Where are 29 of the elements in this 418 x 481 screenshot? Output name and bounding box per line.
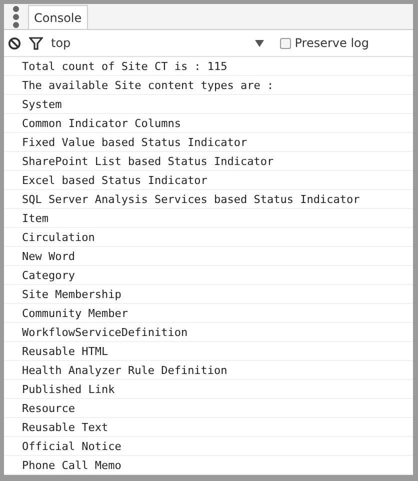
- preserve-log-checkbox[interactable]: [280, 38, 291, 49]
- context-selector[interactable]: top: [51, 36, 71, 50]
- console-message: System: [4, 95, 413, 114]
- console-message: Circulation: [4, 228, 413, 247]
- clear-icon[interactable]: [8, 36, 21, 50]
- console-message: Fixed Value based Status Indicator: [4, 133, 413, 152]
- console-message: Published Link: [4, 380, 413, 399]
- console-message: SQL Server Analysis Services based Status Indicator: [4, 190, 413, 209]
- console-message: New Word: [4, 247, 413, 266]
- console-message: WorkflowServiceDefinition: [4, 323, 413, 342]
- preserve-log-label[interactable]: Preserve log: [294, 36, 369, 50]
- console-message: Community Member: [4, 304, 413, 323]
- console-tab[interactable]: Console: [28, 5, 88, 30]
- console-message: SharePoint List based Status Indicator: [4, 152, 413, 171]
- dropdown-icon[interactable]: [254, 40, 264, 47]
- console-message: The available Site content types are :: [4, 76, 413, 95]
- console-message: Excel based Status Indicator: [4, 171, 413, 190]
- console-message: Category: [4, 266, 413, 285]
- console-message: Reusable Text: [4, 418, 413, 437]
- console-message: Total count of Site CT is : 115: [4, 57, 413, 76]
- console-message: Official Notice: [4, 437, 413, 456]
- console-message: Resource: [4, 399, 413, 418]
- filter-icon[interactable]: [29, 36, 43, 50]
- console-message: Item: [4, 209, 413, 228]
- console-message: Common Indicator Columns: [4, 114, 413, 133]
- console-message: Health Analyzer Rule Definition: [4, 361, 413, 380]
- console-message: Site Membership: [4, 285, 413, 304]
- console-message: Reusable HTML: [4, 342, 413, 361]
- console-message: Phone Call Memo: [4, 456, 413, 475]
